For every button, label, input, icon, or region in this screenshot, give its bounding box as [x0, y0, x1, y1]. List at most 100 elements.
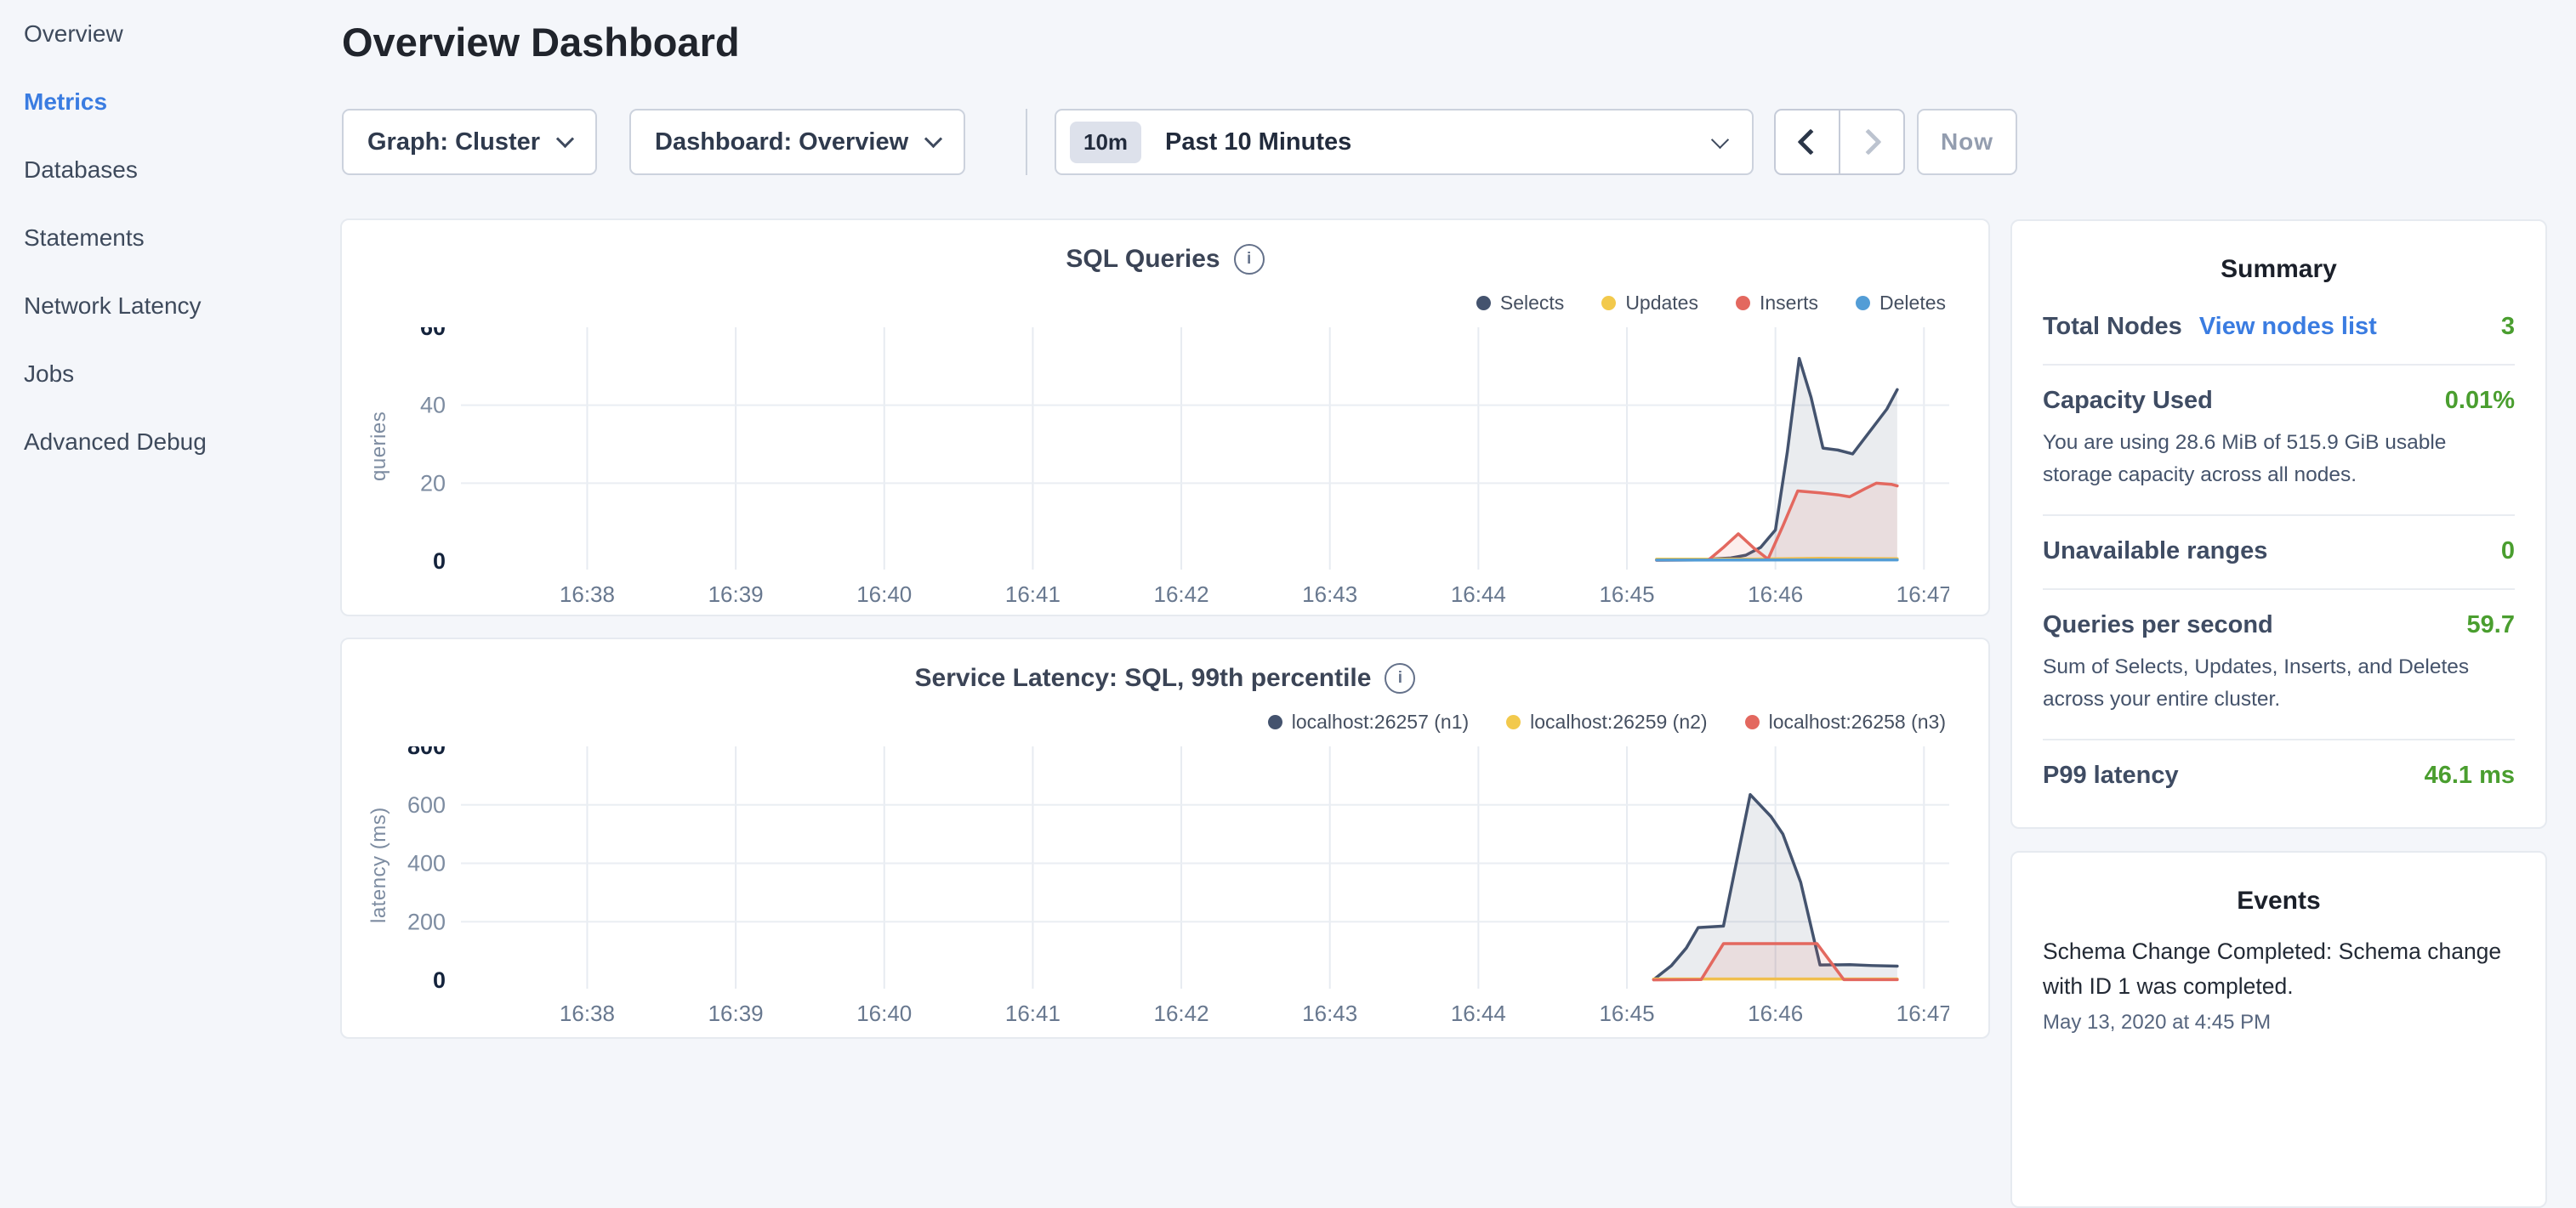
x-tick-label: 16:39 — [708, 1001, 764, 1026]
y-tick-label: 20 — [420, 470, 446, 496]
service-latency-chart: 16:3816:3916:4016:4116:4216:4316:4416:45… — [342, 746, 1949, 1032]
legend-label: Inserts — [1760, 292, 1818, 315]
legend-item-inserts: Inserts — [1736, 292, 1818, 315]
chevron-left-icon — [1797, 128, 1823, 155]
header-divider — [1026, 109, 1027, 175]
x-tick-label: 16:40 — [856, 581, 912, 607]
sql-queries-chart: 16:3816:3916:4016:4116:4216:4316:4416:45… — [342, 327, 1949, 613]
x-tick-label: 16:46 — [1748, 1001, 1803, 1026]
summary-row-label: Total Nodes — [2043, 313, 2182, 341]
legend-label: localhost:26258 (n3) — [1769, 711, 1946, 734]
chevron-down-icon — [924, 129, 942, 147]
sidebar-item-network-latency[interactable]: Network Latency — [0, 272, 333, 340]
info-icon[interactable]: i — [1234, 244, 1265, 275]
chevron-right-icon — [1855, 128, 1881, 155]
time-range-dropdown[interactable]: 10m Past 10 Minutes — [1055, 109, 1754, 175]
sidebar-item-jobs[interactable]: Jobs — [0, 340, 333, 408]
sidebar-item-statements[interactable]: Statements — [0, 204, 333, 272]
summary-row-desc: Sum of Selects, Updates, Inserts, and De… — [2043, 651, 2515, 716]
legend-item-localhost-26259-n2: localhost:26259 (n2) — [1506, 711, 1707, 734]
sql-queries-panel: SQL Queries i Selects Updates Inserts Delet… — [340, 218, 1990, 616]
y-tick-label: 800 — [407, 746, 446, 759]
legend-item-updates: Updates — [1601, 292, 1698, 315]
time-pager — [1774, 109, 1905, 175]
summary-row-value: 0.01% — [2445, 387, 2515, 415]
summary-row-top: Queries per second 59.7 — [2043, 611, 2515, 639]
legend-label: localhost:26257 (n1) — [1292, 711, 1469, 734]
legend-dot — [1745, 715, 1760, 729]
legend-dot — [1506, 715, 1521, 729]
x-tick-label: 16:38 — [560, 581, 615, 607]
x-tick-label: 16:47 — [1896, 1001, 1949, 1026]
event-text: Schema Change Completed: Schema change w… — [2043, 934, 2515, 1004]
summary-row-top: Capacity Used 0.01% — [2043, 387, 2515, 415]
graph-dropdown[interactable]: Graph: Cluster — [342, 109, 597, 175]
x-tick-label: 16:41 — [1005, 581, 1061, 607]
chart-legend: localhost:26257 (n1) localhost:26259 (n2)… — [1268, 711, 1946, 734]
x-tick-label: 16:44 — [1451, 581, 1506, 607]
summary-row-value: 3 — [2501, 313, 2515, 341]
chevron-down-icon — [556, 129, 574, 147]
x-tick-label: 16:40 — [856, 1001, 912, 1026]
dashboard-dropdown[interactable]: Dashboard: Overview — [629, 109, 965, 175]
summary-row-p99-latency: P99 latency46.1 ms — [2043, 739, 2515, 813]
now-button[interactable]: Now — [1917, 109, 2017, 175]
summary-row-capacity-used: Capacity Used 0.01% You are using 28.6 MiB… — [2043, 364, 2515, 514]
y-tick-label: 0 — [433, 967, 446, 993]
next-time-button[interactable] — [1840, 111, 1903, 173]
legend-dot — [1856, 296, 1870, 310]
legend-label: Deletes — [1879, 292, 1946, 315]
y-tick-label: 0 — [433, 548, 446, 574]
graph-dropdown-label: Graph: Cluster — [367, 128, 540, 156]
chart-legend: Selects Updates Inserts Deletes — [1476, 292, 1946, 315]
sidebar-item-overview[interactable]: Overview — [0, 0, 333, 68]
y-tick-label: 400 — [407, 851, 446, 876]
sidebar-item-databases[interactable]: Databases — [0, 136, 333, 204]
sidebar-item-advanced-debug[interactable]: Advanced Debug — [0, 408, 333, 476]
x-tick-label: 16:47 — [1896, 581, 1949, 607]
info-icon[interactable]: i — [1385, 663, 1415, 694]
summary-row-label: Capacity Used — [2043, 387, 2213, 415]
view-nodes-link[interactable]: View nodes list — [2199, 313, 2377, 341]
x-tick-label: 16:46 — [1748, 581, 1803, 607]
legend-dot — [1736, 296, 1750, 310]
y-tick-label: 40 — [420, 393, 446, 418]
prev-time-button[interactable] — [1776, 111, 1840, 173]
x-tick-label: 16:43 — [1302, 581, 1357, 607]
sidebar: OverviewMetricsDatabasesStatementsNetwor… — [0, 0, 333, 476]
sidebar-item-metrics[interactable]: Metrics — [0, 68, 333, 136]
summary-row-desc: You are using 28.6 MiB of 515.9 GiB usab… — [2043, 427, 2515, 491]
summary-row-top: Unavailable ranges0 — [2043, 537, 2515, 565]
summary-panel: Summary Total Nodes View nodes list 3 Capac… — [2010, 219, 2547, 829]
legend-label: Selects — [1500, 292, 1564, 315]
time-window-badge: 10m — [1070, 122, 1141, 163]
legend-dot — [1476, 296, 1491, 310]
summary-row-label: Queries per second — [2043, 611, 2273, 639]
summary-row-label: P99 latency — [2043, 762, 2179, 790]
events-panel: Events Schema Change Completed: Schema c… — [2010, 851, 2547, 1208]
chevron-down-icon — [1711, 130, 1729, 148]
legend-label: localhost:26259 (n2) — [1530, 711, 1707, 734]
x-tick-label: 16:39 — [708, 581, 764, 607]
legend-item-localhost-26257-n1: localhost:26257 (n1) — [1268, 711, 1469, 734]
chart-title-text: Service Latency: SQL, 99th percentile — [915, 664, 1372, 693]
summary-row-queries-per-second: Queries per second 59.7 Sum of Selects, Up… — [2043, 588, 2515, 739]
event-item[interactable]: Schema Change Completed: Schema change w… — [2043, 934, 2515, 1035]
legend-dot — [1601, 296, 1616, 310]
summary-row-unavailable-ranges: Unavailable ranges0 — [2043, 514, 2515, 588]
event-timestamp: May 13, 2020 at 4:45 PM — [2043, 1011, 2515, 1035]
time-range-label: Past 10 Minutes — [1165, 128, 1351, 156]
x-tick-label: 16:43 — [1302, 1001, 1357, 1026]
summary-row-top: P99 latency46.1 ms — [2043, 762, 2515, 790]
x-tick-label: 16:42 — [1154, 581, 1209, 607]
summary-row-value: 59.7 — [2467, 611, 2515, 639]
x-tick-label: 16:42 — [1154, 1001, 1209, 1026]
events-list: Schema Change Completed: Schema change w… — [2012, 934, 2545, 1035]
legend-item-localhost-26258-n3: localhost:26258 (n3) — [1745, 711, 1946, 734]
summary-row-value: 0 — [2501, 537, 2515, 565]
x-tick-label: 16:45 — [1599, 1001, 1654, 1026]
chart-title: SQL Queries i — [342, 244, 1988, 275]
service-latency-panel: Service Latency: SQL, 99th percentile i … — [340, 638, 1990, 1039]
summary-title: Summary — [2012, 255, 2545, 284]
x-tick-label: 16:41 — [1005, 1001, 1061, 1026]
